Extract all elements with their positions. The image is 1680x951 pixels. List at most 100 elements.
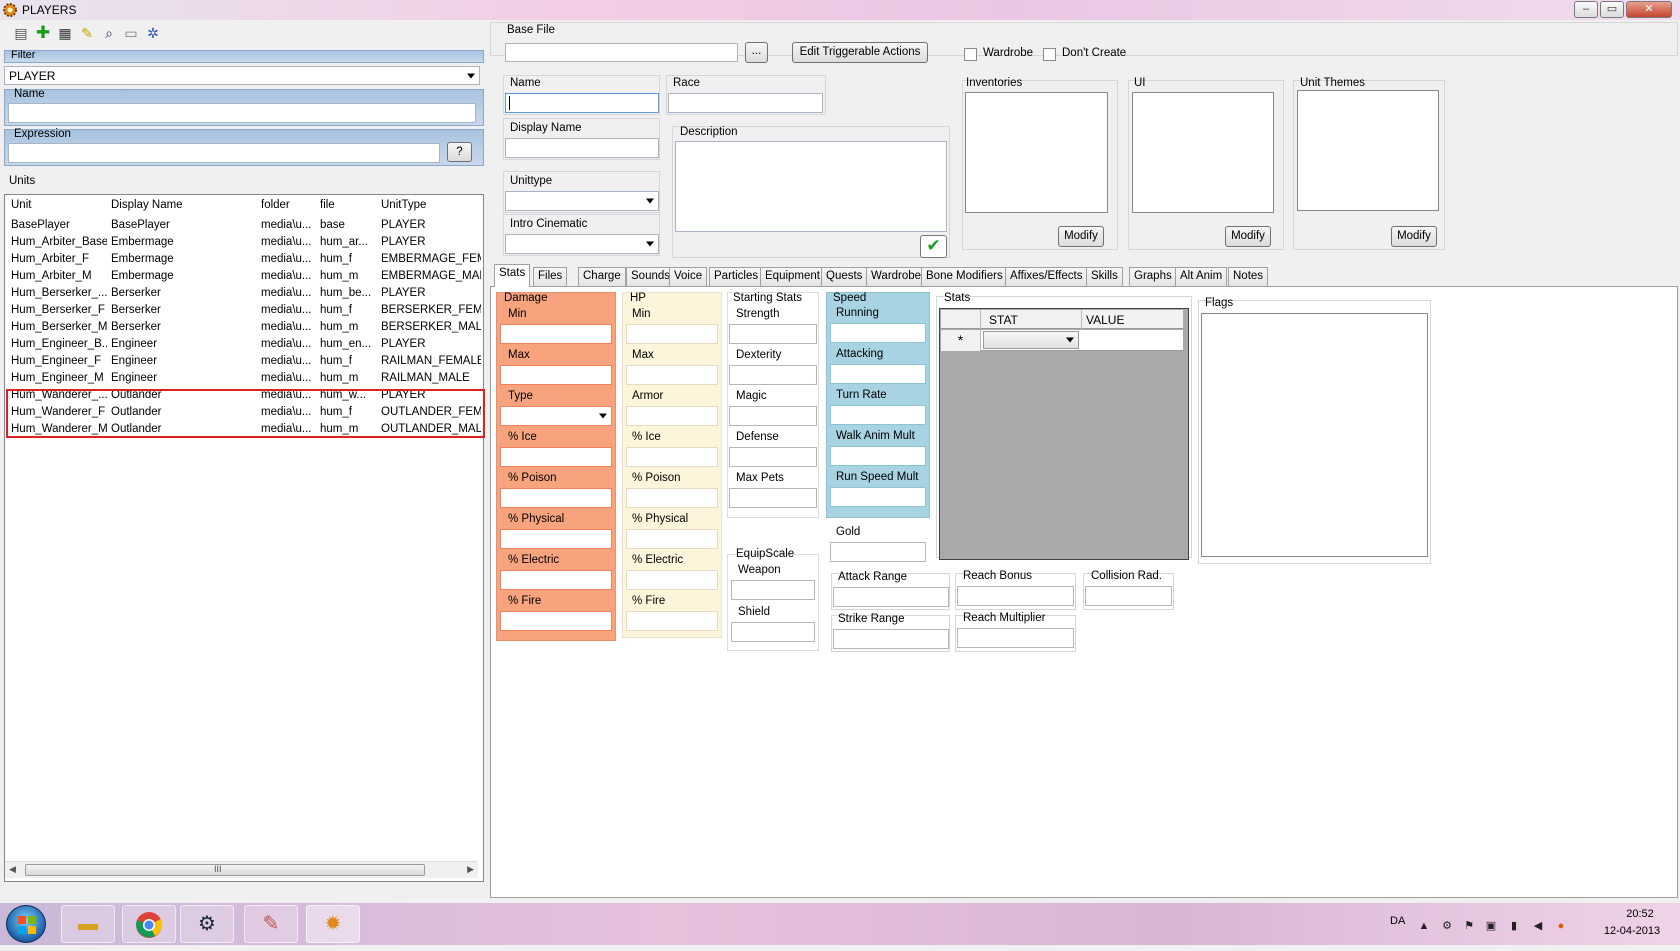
starting-magic-input[interactable]	[729, 406, 817, 426]
hp-physical-input[interactable]	[626, 529, 718, 549]
edit-triggerable-actions-button[interactable]: Edit Triggerable Actions	[792, 42, 928, 63]
tab-equipment[interactable]: Equipment	[760, 267, 825, 286]
add-icon[interactable]: ✚	[34, 24, 52, 42]
stats-grid-new-row[interactable]: *	[941, 330, 1183, 351]
equipscale-shield-input[interactable]	[731, 622, 815, 642]
volume-tray-icon[interactable]: ◀	[1531, 919, 1545, 933]
steam-tray-icon[interactable]: ⚙	[1440, 919, 1454, 933]
reach-multiplier-input[interactable]	[957, 628, 1074, 648]
strike-range-input[interactable]	[833, 629, 949, 649]
hp-armor-input[interactable]	[626, 406, 718, 426]
checkmark-icon[interactable]: ✔	[920, 235, 947, 258]
tab-voice[interactable]: Voice	[669, 267, 708, 286]
speed-running-input[interactable]	[830, 323, 926, 343]
damage-max-input[interactable]	[500, 365, 612, 385]
table-row[interactable]: Hum_Arbiter_F Embermage media\u... hum_f EMB…	[5, 251, 483, 268]
tab-sounds[interactable]: Sounds	[626, 267, 676, 286]
reach-bonus-input[interactable]	[957, 586, 1074, 606]
horizontal-scrollbar[interactable]: ◀ III ▶	[5, 861, 478, 878]
clock-date[interactable]: 12-04-2013	[1594, 925, 1670, 937]
tab-skills[interactable]: Skills	[1086, 267, 1123, 286]
folder-icon[interactable]: ▭	[122, 24, 140, 42]
tab-graphs[interactable]: Graphs	[1129, 267, 1177, 286]
device-tray-icon[interactable]: ▣	[1484, 919, 1498, 933]
clock-time[interactable]: 20:52	[1610, 908, 1670, 920]
hp-min-input[interactable]	[626, 324, 718, 344]
stats-grid-col-value[interactable]: VALUE	[1086, 313, 1124, 327]
close-button[interactable]: ✕	[1626, 1, 1672, 18]
column-header-unit[interactable]: Unit	[11, 199, 31, 211]
name-filter-input[interactable]	[8, 103, 476, 123]
unittype-select[interactable]	[505, 191, 659, 211]
tab-bone-modifiers[interactable]: Bone Modifiers	[921, 267, 1008, 286]
paint-taskbar-icon[interactable]: ✎	[244, 905, 298, 943]
tab-wardrobe[interactable]: Wardrobe	[866, 267, 927, 286]
column-header-unittype[interactable]: UnitType	[381, 199, 426, 211]
settings-gear-icon[interactable]: ✲	[144, 24, 162, 42]
table-row[interactable]: Hum_Engineer_B... Engineer media\u... hum_e…	[5, 336, 483, 353]
speed-attacking-input[interactable]	[830, 364, 926, 384]
hp-electric-input[interactable]	[626, 570, 718, 590]
ui-modify-button[interactable]: Modify	[1225, 226, 1271, 247]
damage-ice-input[interactable]	[500, 447, 612, 467]
tab-charge[interactable]: Charge	[578, 267, 626, 286]
unit-themes-list[interactable]	[1297, 90, 1439, 211]
speed-turn-rate-input[interactable]	[830, 405, 926, 425]
players-app-taskbar-icon[interactable]: ✹	[306, 905, 360, 943]
starting-dexterity-input[interactable]	[729, 365, 817, 385]
attack-range-input[interactable]	[833, 587, 949, 607]
damage-electric-input[interactable]	[500, 570, 612, 590]
starting-defense-input[interactable]	[729, 447, 817, 467]
column-header-display-name[interactable]: Display Name	[111, 199, 183, 211]
hp-fire-input[interactable]	[626, 611, 718, 631]
save-icon[interactable]: ▤	[12, 24, 30, 42]
stats-grid[interactable]: STAT VALUE *	[939, 308, 1189, 560]
filter-select[interactable]: PLAYER	[4, 66, 480, 85]
base-file-input[interactable]	[505, 43, 738, 62]
gold-input[interactable]	[830, 542, 926, 562]
collision-rad-input[interactable]	[1085, 586, 1172, 606]
chrome-taskbar-icon[interactable]	[122, 905, 176, 943]
unit-themes-modify-button[interactable]: Modify	[1391, 226, 1437, 247]
equipscale-weapon-input[interactable]	[731, 580, 815, 600]
tab-stats[interactable]: Stats	[494, 264, 531, 287]
table-row[interactable]: Hum_Arbiter_M Embermage media\u... hum_m EMB…	[5, 268, 483, 285]
wardrobe-checkbox[interactable]	[964, 48, 977, 61]
starting-max-pets-input[interactable]	[729, 488, 817, 508]
table-row[interactable]: Hum_Berserker_... Berserker media\u... hum_…	[5, 285, 483, 302]
intro-cinematic-select[interactable]	[505, 234, 659, 254]
scroll-thumb[interactable]: III	[25, 864, 425, 876]
scroll-left-icon[interactable]: ◀	[9, 864, 16, 875]
inventories-list[interactable]	[965, 92, 1108, 213]
network-tray-icon[interactable]: ▮	[1507, 919, 1521, 933]
expression-help-button[interactable]: ?	[447, 142, 472, 162]
ui-list[interactable]	[1132, 92, 1274, 213]
flag-tray-icon[interactable]: ⚑	[1462, 919, 1476, 933]
tab-notes[interactable]: Notes	[1228, 267, 1269, 286]
flags-list[interactable]	[1201, 313, 1428, 557]
damage-physical-input[interactable]	[500, 529, 612, 549]
display-name-input[interactable]	[505, 138, 659, 158]
hp-ice-input[interactable]	[626, 447, 718, 467]
tab-particles[interactable]: Particles	[709, 267, 764, 286]
column-header-folder[interactable]: folder	[261, 199, 290, 211]
damage-type-input[interactable]	[500, 406, 612, 426]
minimize-button[interactable]: –	[1574, 1, 1598, 18]
tab-affixes-effects[interactable]: Affixes/Effects	[1005, 267, 1088, 286]
hp-poison-input[interactable]	[626, 488, 718, 508]
stat-select[interactable]	[983, 331, 1079, 349]
damage-min-input[interactable]	[500, 324, 612, 344]
search-icon[interactable]: ⌕	[100, 24, 118, 42]
table-row[interactable]: Hum_Berserker_M Berserker media\u... hum_m B…	[5, 319, 483, 336]
language-indicator[interactable]: DA	[1390, 915, 1405, 927]
tab-quests[interactable]: Quests	[821, 267, 868, 286]
dont-create-checkbox[interactable]	[1043, 48, 1056, 61]
edit-pencil-icon[interactable]: ✎	[78, 24, 96, 42]
damage-fire-input[interactable]	[500, 611, 612, 631]
speed-walk-anim-mult-input[interactable]	[830, 446, 926, 466]
steam-taskbar-icon[interactable]: ⚙	[180, 905, 234, 943]
speed-run-speed-mult-input[interactable]	[830, 487, 926, 507]
browse-button[interactable]: ...	[745, 42, 768, 63]
inventories-modify-button[interactable]: Modify	[1058, 226, 1104, 247]
explorer-taskbar-icon[interactable]: ▬	[61, 905, 115, 943]
